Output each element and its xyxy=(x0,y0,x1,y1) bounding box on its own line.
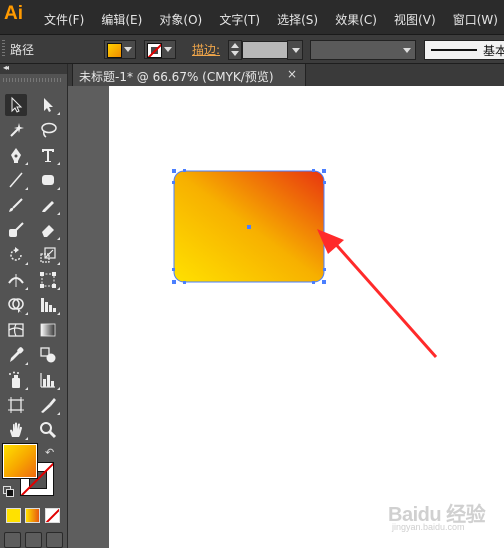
annotation-arrow xyxy=(317,229,438,358)
watermark-url: jingyan.baidu.com xyxy=(392,522,465,532)
illustrator-window: Ai 文件(F) 编辑(E) 对象(O) 文字(T) 选择(S) 效果(C) 视… xyxy=(0,0,504,548)
baidu-watermark: Baidu 经验 jingyan.baidu.com xyxy=(388,492,498,540)
artwork-layer xyxy=(172,169,438,358)
